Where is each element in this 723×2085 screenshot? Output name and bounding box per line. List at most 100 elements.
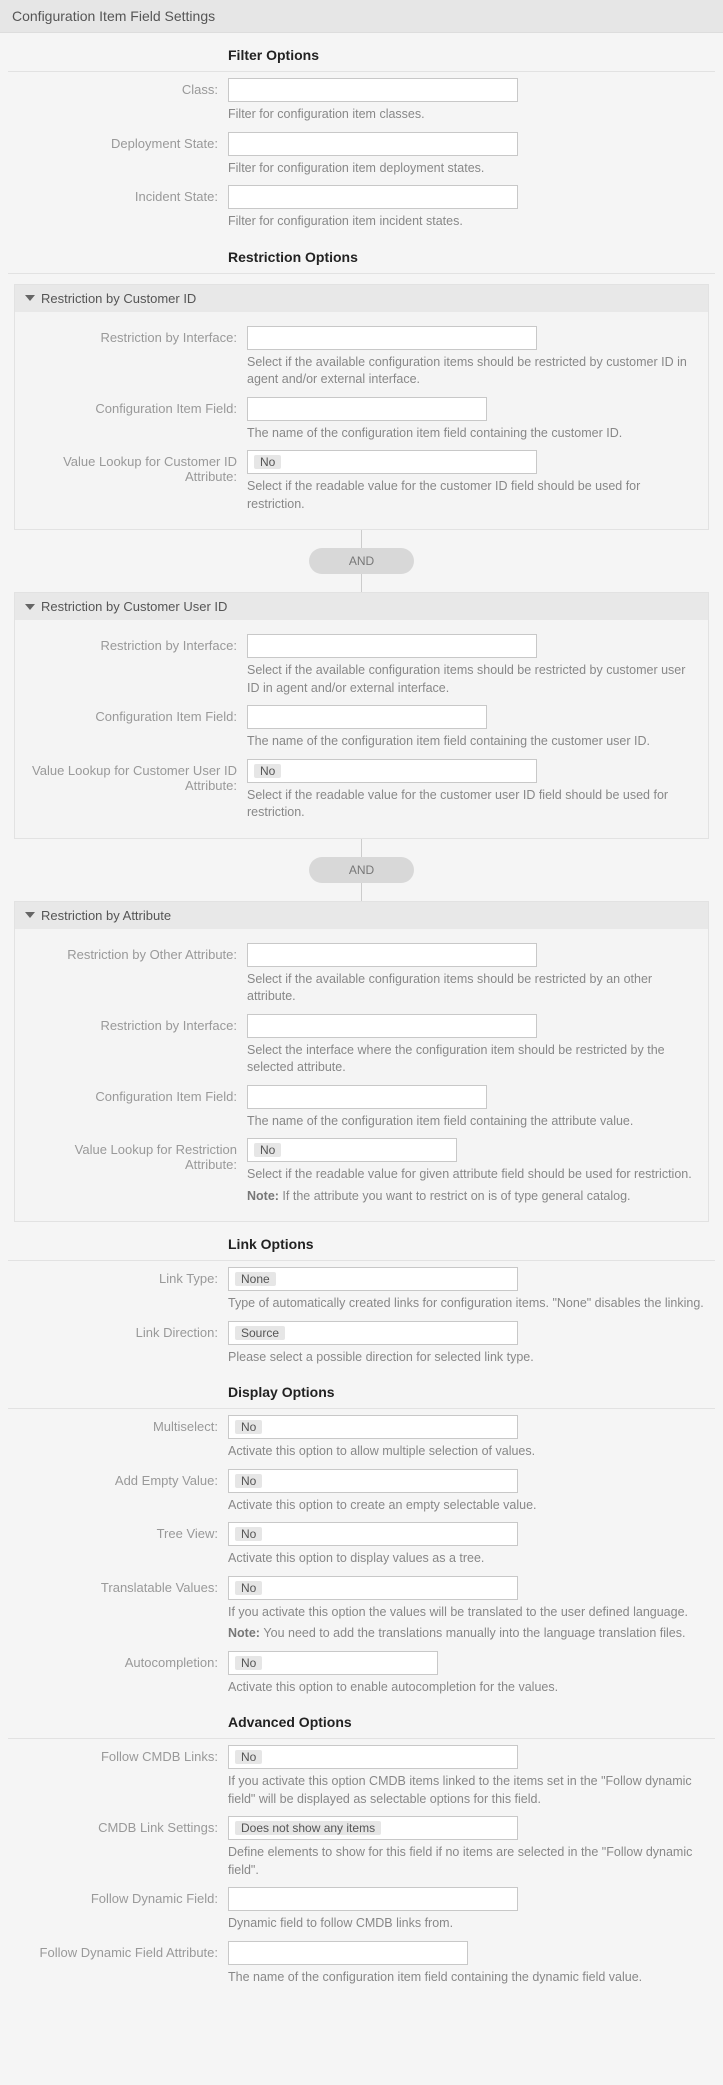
label-follow-dynamic-field: Follow Dynamic Field:	[10, 1887, 228, 1906]
note-lookup-attr: Note: If the attribute you want to restr…	[247, 1188, 694, 1206]
tree-view-select[interactable]: No	[228, 1522, 518, 1546]
connector-and-pill: AND	[309, 548, 414, 574]
label-cmdb-link-settings: CMDB Link Settings:	[10, 1816, 228, 1835]
connector-and-pill: AND	[309, 857, 414, 883]
help-incident-state: Filter for configuration item incident s…	[228, 213, 713, 231]
page-title: Configuration Item Field Settings	[0, 0, 723, 33]
connector-line-icon	[361, 530, 362, 548]
accordion-title: Restriction by Customer User ID	[41, 599, 227, 614]
row-class: Class: Filter for configuration item cla…	[0, 74, 723, 128]
help-link-direction: Please select a possible direction for s…	[228, 1349, 713, 1367]
label-ci-field-attr: Configuration Item Field:	[29, 1085, 247, 1104]
connector: AND	[0, 530, 723, 592]
ci-field-cuid-input[interactable]	[247, 705, 487, 729]
section-header-filter: Filter Options	[228, 33, 723, 69]
class-input[interactable]	[228, 78, 518, 102]
cmdb-link-settings-select[interactable]: Does not show any items	[228, 1816, 518, 1840]
note-translatable: Note: You need to add the translations m…	[228, 1625, 713, 1643]
section-header-restriction: Restriction Options	[228, 235, 723, 271]
row-deployment-state: Deployment State: Filter for configurati…	[0, 128, 723, 182]
divider	[8, 1408, 715, 1409]
accordion-header-customer-id[interactable]: Restriction by Customer ID	[15, 285, 708, 312]
row-incident-state: Incident State: Filter for configuration…	[0, 181, 723, 235]
divider	[8, 1738, 715, 1739]
row-multiselect: Multiselect: No Activate this option to …	[0, 1411, 723, 1465]
divider	[8, 71, 715, 72]
chevron-down-icon	[25, 604, 35, 610]
follow-cmdb-value: No	[235, 1750, 262, 1764]
lookup-attr-value: No	[254, 1143, 281, 1157]
help-deployment-state: Filter for configuration item deployment…	[228, 160, 713, 178]
link-direction-select[interactable]: Source	[228, 1321, 518, 1345]
connector-line-icon	[361, 574, 362, 592]
add-empty-select[interactable]: No	[228, 1469, 518, 1493]
help-follow-dynamic-field: Dynamic field to follow CMDB links from.	[228, 1915, 713, 1933]
ci-field-cid-input[interactable]	[247, 397, 487, 421]
label-follow-dynamic-field-attr: Follow Dynamic Field Attribute:	[10, 1941, 228, 1960]
divider	[8, 1260, 715, 1261]
row-follow-dynamic-field-attr: Follow Dynamic Field Attribute: The name…	[0, 1937, 723, 1991]
label-tree-view: Tree View:	[10, 1522, 228, 1541]
help-ci-field-cid: The name of the configuration item field…	[247, 425, 694, 443]
translatable-value: No	[235, 1581, 262, 1595]
accordion-header-customer-user-id[interactable]: Restriction by Customer User ID	[15, 593, 708, 620]
add-empty-value: No	[235, 1474, 262, 1488]
help-restrict-other-attr: Select if the available configuration it…	[247, 971, 694, 1006]
chevron-down-icon	[25, 295, 35, 301]
ci-field-attr-input[interactable]	[247, 1085, 487, 1109]
chevron-down-icon	[25, 912, 35, 918]
help-restrict-iface-attr: Select the interface where the configura…	[247, 1042, 694, 1077]
label-lookup-cuid: Value Lookup for Customer User ID Attrib…	[29, 759, 247, 793]
follow-cmdb-select[interactable]: No	[228, 1745, 518, 1769]
accordion-customer-id: Restriction by Customer ID Restriction b…	[14, 284, 709, 531]
row-follow-dynamic-field: Follow Dynamic Field: Dynamic field to f…	[0, 1883, 723, 1937]
section-header-display: Display Options	[228, 1370, 723, 1406]
restrict-iface-cuid-input[interactable]	[247, 634, 537, 658]
label-link-direction: Link Direction:	[10, 1321, 228, 1340]
lookup-cuid-value: No	[254, 764, 281, 778]
cmdb-link-settings-value: Does not show any items	[235, 1821, 381, 1835]
accordion-title: Restriction by Customer ID	[41, 291, 196, 306]
autocompletion-select[interactable]: No	[228, 1651, 438, 1675]
lookup-attr-select[interactable]: No	[247, 1138, 457, 1162]
link-direction-value: Source	[235, 1326, 285, 1340]
row-autocompletion: Autocompletion: No Activate this option …	[0, 1647, 723, 1701]
incident-state-input[interactable]	[228, 185, 518, 209]
lookup-cuid-select[interactable]: No	[247, 759, 537, 783]
deployment-state-input[interactable]	[228, 132, 518, 156]
help-cmdb-link-settings: Define elements to show for this field i…	[228, 1844, 713, 1879]
help-translatable: If you activate this option the values w…	[228, 1604, 713, 1622]
lookup-cid-select[interactable]: No	[247, 450, 537, 474]
row-cmdb-link-settings: CMDB Link Settings: Does not show any it…	[0, 1812, 723, 1883]
autocompletion-value: No	[235, 1656, 262, 1670]
label-lookup-cid: Value Lookup for Customer ID Attribute:	[29, 450, 247, 484]
restrict-iface-attr-input[interactable]	[247, 1014, 537, 1038]
row-translatable: Translatable Values: No If you activate …	[0, 1572, 723, 1647]
accordion-customer-user-id: Restriction by Customer User ID Restrict…	[14, 592, 709, 839]
connector-line-icon	[361, 883, 362, 901]
follow-dynamic-field-attr-input[interactable]	[228, 1941, 468, 1965]
label-ci-field-cuid: Configuration Item Field:	[29, 705, 247, 724]
restrict-iface-cid-input[interactable]	[247, 326, 537, 350]
row-follow-cmdb: Follow CMDB Links: No If you activate th…	[0, 1741, 723, 1812]
label-translatable: Translatable Values:	[10, 1576, 228, 1595]
help-multiselect: Activate this option to allow multiple s…	[228, 1443, 713, 1461]
row-link-type: Link Type: None Type of automatically cr…	[0, 1263, 723, 1317]
help-add-empty: Activate this option to create an empty …	[228, 1497, 713, 1515]
help-autocompletion: Activate this option to enable autocompl…	[228, 1679, 713, 1697]
accordion-attribute: Restriction by Attribute Restriction by …	[14, 901, 709, 1223]
translatable-select[interactable]: No	[228, 1576, 518, 1600]
restrict-other-attr-input[interactable]	[247, 943, 537, 967]
label-restrict-iface-cuid: Restriction by Interface:	[29, 634, 247, 653]
label-restrict-other-attr: Restriction by Other Attribute:	[29, 943, 247, 962]
section-header-advanced: Advanced Options	[228, 1700, 723, 1736]
help-link-type: Type of automatically created links for …	[228, 1295, 713, 1313]
accordion-header-attribute[interactable]: Restriction by Attribute	[15, 902, 708, 929]
follow-dynamic-field-input[interactable]	[228, 1887, 518, 1911]
link-type-select[interactable]: None	[228, 1267, 518, 1291]
multiselect-select[interactable]: No	[228, 1415, 518, 1439]
accordion-title: Restriction by Attribute	[41, 908, 171, 923]
row-add-empty: Add Empty Value: No Activate this option…	[0, 1465, 723, 1519]
connector-line-icon	[361, 839, 362, 857]
label-follow-cmdb: Follow CMDB Links:	[10, 1745, 228, 1764]
